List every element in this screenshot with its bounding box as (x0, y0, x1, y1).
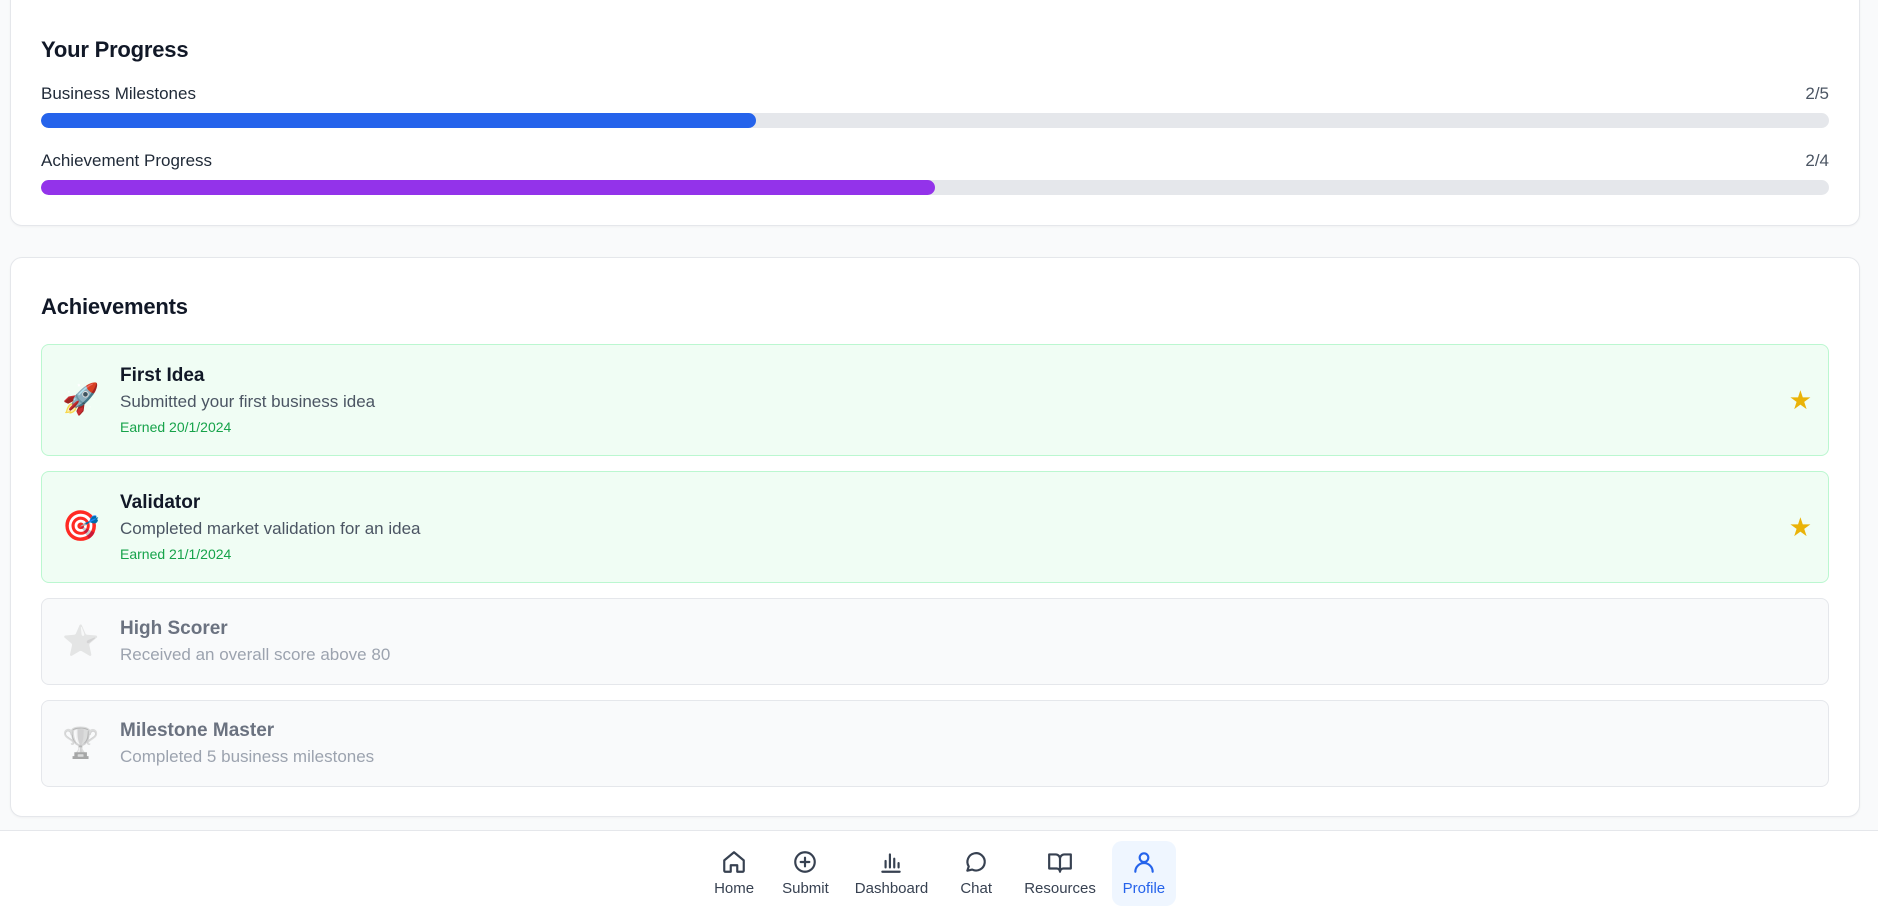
bar-chart-icon (881, 853, 902, 873)
nav-item-chat[interactable]: Chat (944, 841, 1008, 906)
progress-card: Your Progress Business Milestones 2/5 Ac… (10, 0, 1860, 226)
progress-row-business-milestones: Business Milestones 2/5 (41, 83, 1829, 128)
nav-label: Resources (1024, 880, 1096, 897)
nav-item-home[interactable]: Home (702, 841, 766, 906)
chat-bubble-icon (966, 852, 986, 872)
nav-item-dashboard[interactable]: Dashboard (845, 841, 938, 906)
nav-label: Dashboard (854, 880, 929, 897)
achievement-title: First Idea (120, 365, 205, 386)
nav-item-submit[interactable]: Submit (772, 841, 839, 906)
nav-label: Chat (960, 880, 993, 897)
progress-track (41, 180, 1829, 195)
home-icon (723, 851, 745, 873)
achievement-body: Milestone Master Completed 5 business mi… (120, 720, 1812, 767)
earned-star-icon: ★ (1788, 512, 1812, 542)
profile-page: Your Progress Business Milestones 2/5 Ac… (0, 0, 1878, 915)
achievement-earned-date: Earned 21/1/2024 (120, 546, 232, 562)
progress-label: Business Milestones (41, 84, 196, 103)
achievement-description: Submitted your first business idea (120, 392, 376, 411)
earned-star-icon: ★ (1788, 385, 1812, 415)
progress-fill (41, 180, 935, 195)
nav-item-profile[interactable]: Profile (1111, 841, 1176, 906)
achievement-title: Milestone Master (120, 720, 275, 741)
achievement-description: Received an overall score above 80 (120, 645, 391, 664)
progress-count: 2/4 (1805, 151, 1829, 170)
target-icon: 🎯 (62, 510, 100, 543)
achievement-high-scorer: ⭐ High Scorer Received an overall score … (41, 598, 1829, 685)
star-icon: ⭐ (62, 624, 100, 658)
achievement-body: High Scorer Received an overall score ab… (120, 618, 1812, 665)
achievement-earned-date: Earned 20/1/2024 (120, 419, 232, 435)
rocket-icon: 🚀 (62, 383, 100, 416)
plus-circle-icon (794, 851, 817, 873)
book-open-icon (1048, 853, 1072, 873)
achievement-milestone-master: 🏆 Milestone Master Completed 5 business … (41, 700, 1829, 787)
achievement-description: Completed market validation for an idea (120, 519, 421, 538)
progress-label: Achievement Progress (41, 151, 213, 170)
user-icon (1134, 852, 1154, 873)
achievement-body: Validator Completed market validation fo… (120, 492, 1789, 562)
bottom-nav: Home Submit Dashboard Chat Resources Pro… (0, 830, 1878, 915)
trophy-icon: 🏆 (62, 726, 100, 760)
achievement-validator: 🎯 Validator Completed market validation … (41, 471, 1829, 583)
progress-count: 2/5 (1805, 84, 1829, 103)
achievements-card: Achievements 🚀 First Idea Submitted your… (10, 257, 1860, 817)
achievement-list: 🚀 First Idea Submitted your first busine… (41, 344, 1829, 787)
nav-label: Submit (782, 880, 829, 897)
achievements-title: Achievements (41, 294, 188, 319)
progress-head: Achievement Progress 2/4 (41, 150, 1829, 172)
progress-title: Your Progress (41, 37, 189, 62)
achievement-description: Completed 5 business milestones (120, 747, 375, 766)
achievement-body: First Idea Submitted your first business… (120, 365, 1789, 435)
nav-label: Home (714, 880, 755, 897)
achievement-first-idea: 🚀 First Idea Submitted your first busine… (41, 344, 1829, 456)
progress-head: Business Milestones 2/5 (41, 83, 1829, 105)
progress-fill (41, 113, 757, 128)
progress-track (41, 113, 1829, 128)
achievement-title: Validator (120, 492, 201, 513)
nav-label: Profile (1122, 880, 1166, 897)
nav-item-resources[interactable]: Resources (1014, 841, 1106, 906)
achievement-title: High Scorer (120, 618, 228, 639)
progress-row-achievement-progress: Achievement Progress 2/4 (41, 150, 1829, 195)
